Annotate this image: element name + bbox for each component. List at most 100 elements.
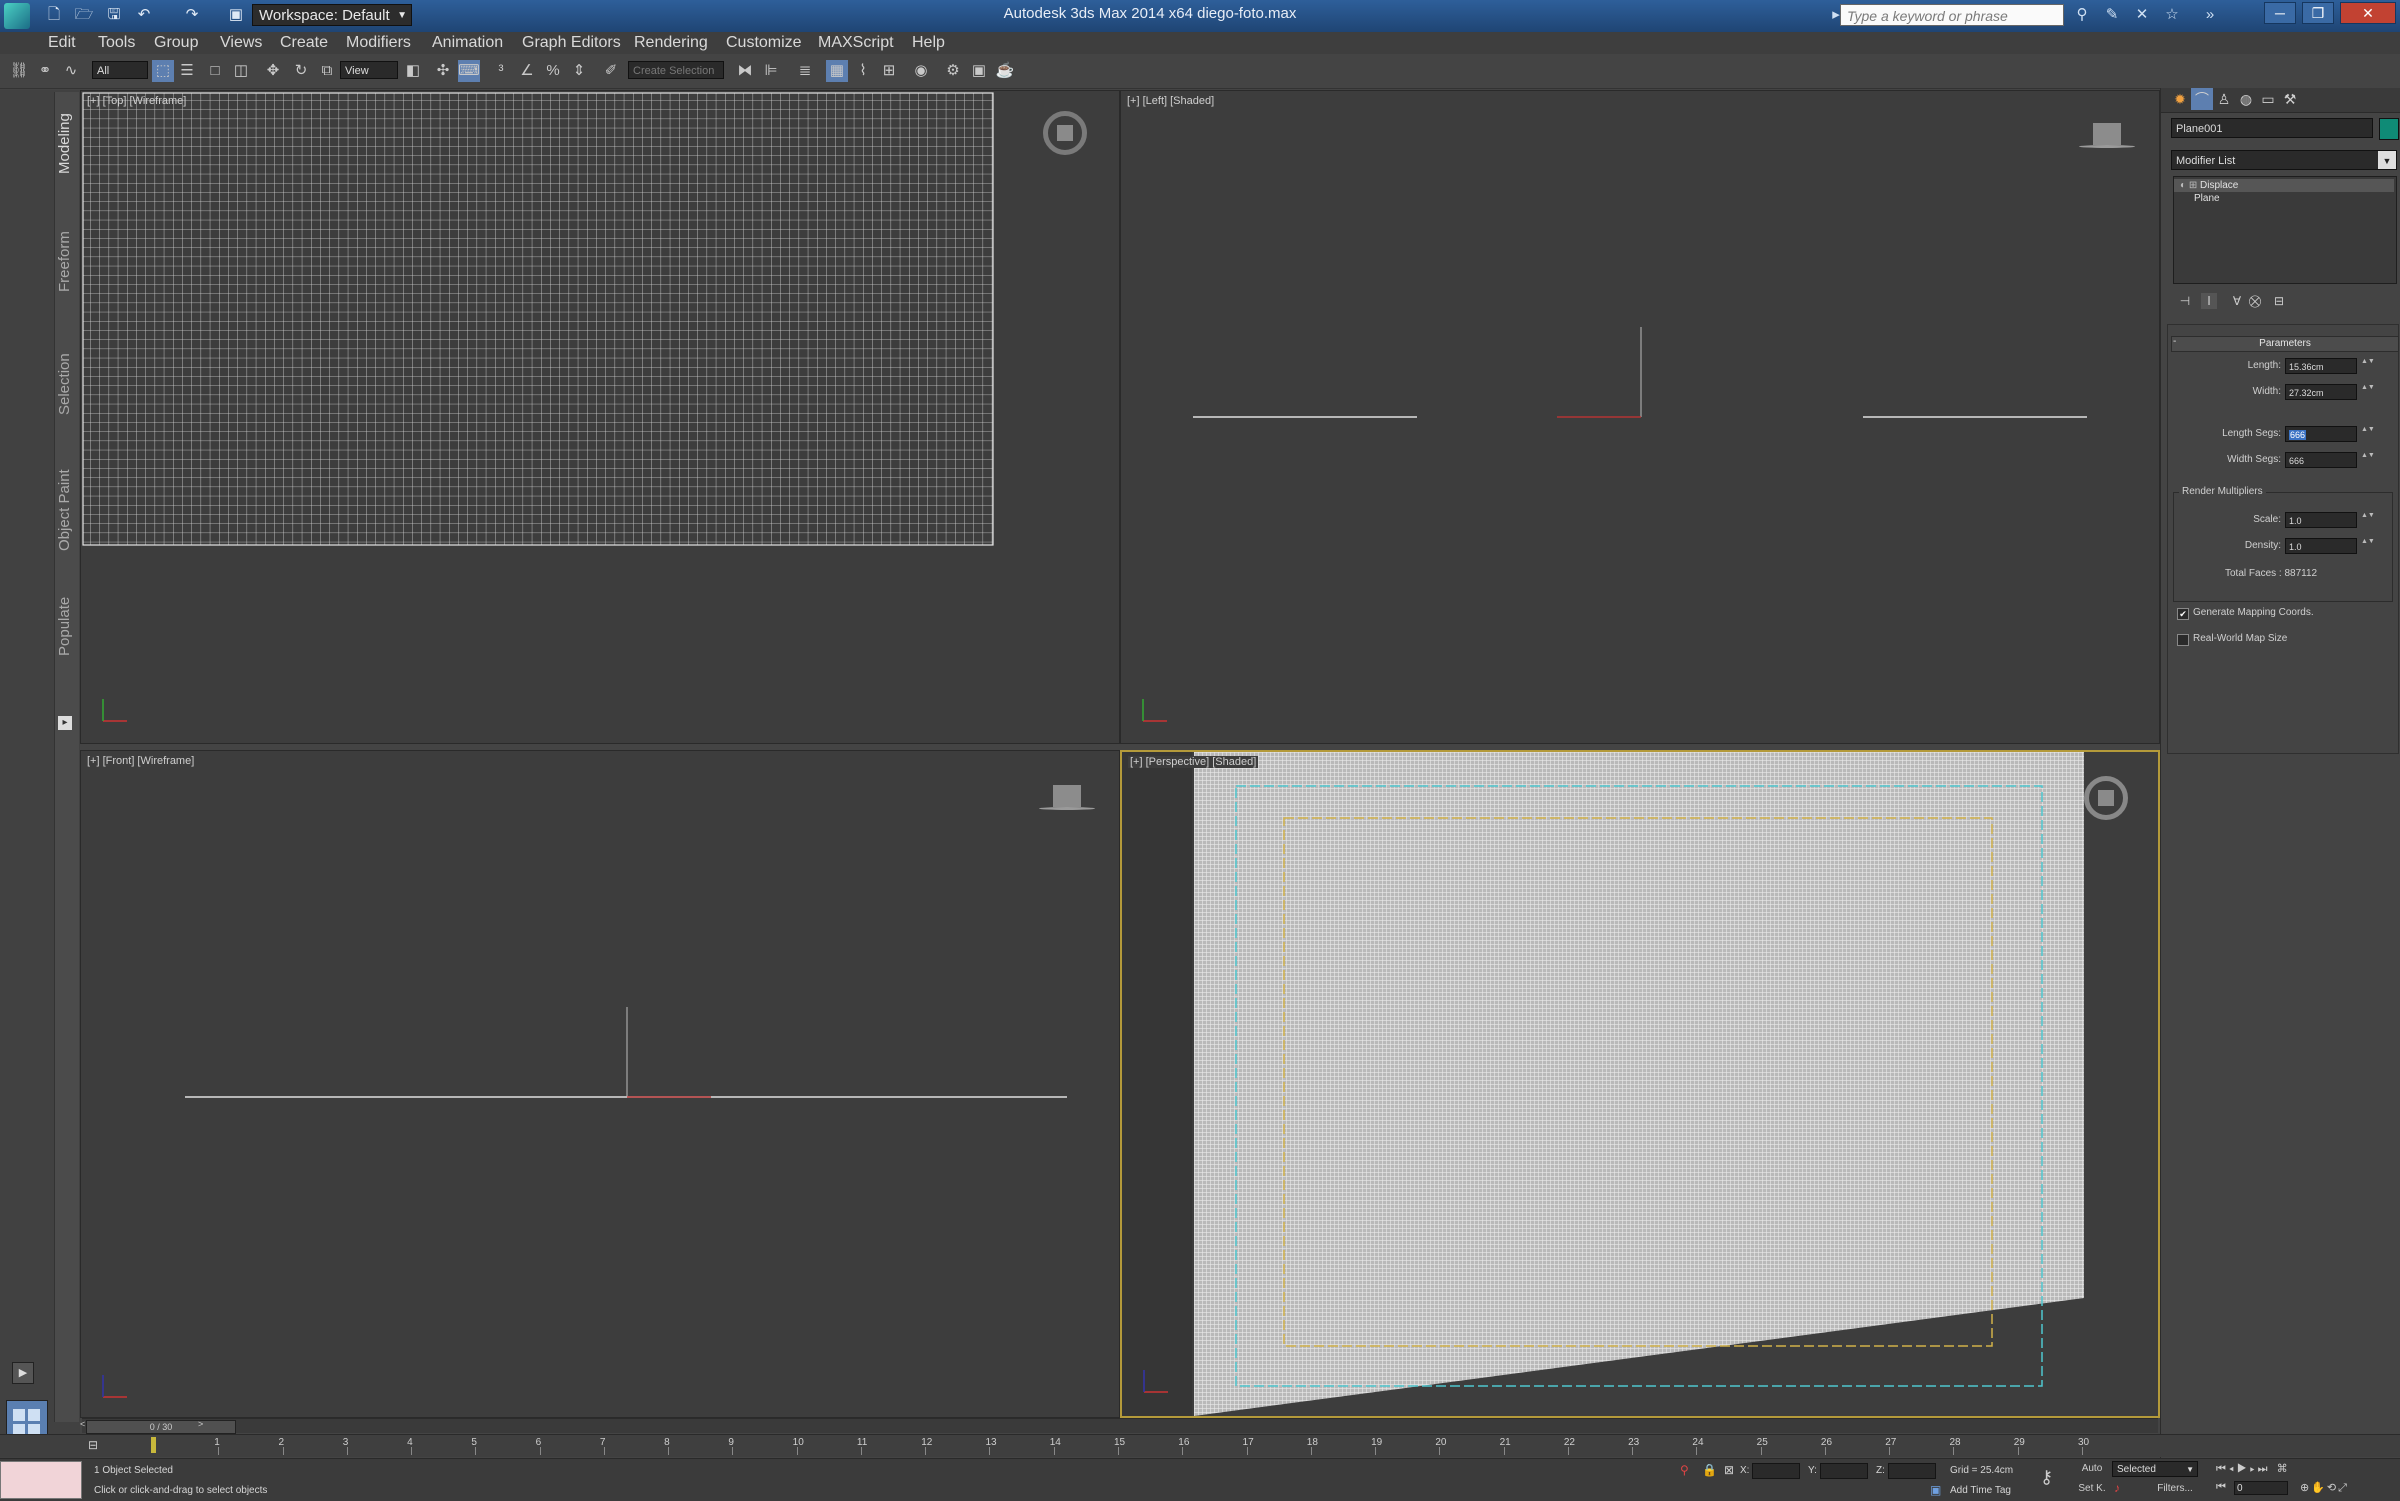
mirror-icon[interactable]: ⧓ bbox=[734, 60, 756, 82]
menu-views[interactable]: Views bbox=[220, 34, 262, 52]
menu-create[interactable]: Create bbox=[280, 34, 328, 52]
density-spinner-arrows[interactable]: ▲▼ bbox=[2361, 538, 2375, 554]
select-and-move-icon[interactable]: ✥ bbox=[262, 60, 284, 82]
absolute-mode-icon[interactable]: ⊠ bbox=[1724, 1463, 1734, 1477]
object-color-swatch[interactable] bbox=[2379, 118, 2399, 140]
viewport-left[interactable]: [+] [Left] [Shaded] bbox=[1120, 90, 2160, 744]
key-filters-button[interactable]: Filters... bbox=[2150, 1481, 2200, 1497]
viewcube-icon[interactable] bbox=[2084, 776, 2128, 820]
select-and-scale-icon[interactable]: ⧉ bbox=[316, 60, 338, 82]
reference-coord-dropdown[interactable]: View bbox=[340, 61, 398, 79]
workspace-dropdown[interactable]: Workspace: Default ▼ bbox=[252, 4, 412, 26]
window-crossing-icon[interactable]: ◫ bbox=[230, 60, 252, 82]
length-spinner-arrows[interactable]: ▲▼ bbox=[2361, 358, 2375, 374]
ribbon-tab-modeling[interactable]: Modeling bbox=[56, 104, 78, 184]
layer-manager-icon[interactable]: ≣ bbox=[794, 60, 816, 82]
manipulate-icon[interactable]: ✣ bbox=[432, 60, 454, 82]
schematic-view-icon[interactable]: ⊞ bbox=[878, 60, 900, 82]
utilities-tab-icon[interactable]: ⚒ bbox=[2279, 88, 2301, 110]
menu-edit[interactable]: Edit bbox=[48, 34, 76, 52]
stack-item-displace[interactable]: ◐ ⊞ Displace bbox=[2174, 179, 2394, 192]
edit-named-selection-icon[interactable]: ✐ bbox=[600, 60, 622, 82]
width-segs-spinner[interactable]: 666 bbox=[2285, 452, 2357, 468]
viewport-top[interactable]: [+] [Top] [Wireframe] bbox=[80, 90, 1120, 744]
current-frame-field[interactable]: 0 bbox=[2234, 1481, 2288, 1495]
collapse-rollout-icon[interactable]: - bbox=[2173, 336, 2176, 347]
ribbon-tab-object-paint[interactable]: Object Paint bbox=[56, 460, 78, 560]
align-icon[interactable]: ⊫ bbox=[760, 60, 782, 82]
remove-modifier-icon[interactable]: ⛒ bbox=[2247, 293, 2263, 309]
menu-help[interactable]: Help bbox=[912, 34, 945, 52]
percent-snap-icon[interactable]: % bbox=[542, 60, 564, 82]
play-maxscript-icon[interactable]: ▶ bbox=[12, 1362, 34, 1384]
minimize-button[interactable]: ─ bbox=[2264, 2, 2296, 24]
scale-spinner-arrows[interactable]: ▲▼ bbox=[2361, 512, 2375, 528]
restore-button[interactable]: ❐ bbox=[2302, 2, 2334, 24]
viewport-navigation-controls[interactable]: ⊕✋⟲⤢ bbox=[2300, 1481, 2396, 1495]
rendered-frame-window-icon[interactable]: ▣ bbox=[968, 60, 990, 82]
project-folder-icon[interactable]: ▣ bbox=[226, 6, 246, 24]
render-setup-icon[interactable]: ⚙ bbox=[942, 60, 964, 82]
selection-filter-dropdown[interactable]: All bbox=[92, 61, 148, 79]
help-expand-icon[interactable]: » bbox=[2198, 4, 2222, 26]
key-filter-dropdown[interactable]: Selected ▼ bbox=[2112, 1461, 2198, 1477]
density-spinner[interactable]: 1.0 bbox=[2285, 538, 2357, 554]
motion-tab-icon[interactable]: ◍ bbox=[2235, 88, 2257, 110]
modify-tab-icon[interactable]: ⌒ bbox=[2191, 88, 2213, 110]
object-name-field[interactable]: Plane001 bbox=[2171, 118, 2373, 138]
modifier-list-dropdown[interactable]: Modifier List ▼ bbox=[2171, 150, 2397, 170]
viewport-label-top[interactable]: [+] [Top] [Wireframe] bbox=[87, 95, 186, 107]
save-file-icon[interactable]: 🖫 bbox=[104, 6, 124, 24]
render-production-icon[interactable]: ☕ bbox=[994, 60, 1016, 82]
width-spinner[interactable]: 27.32cm bbox=[2285, 384, 2357, 400]
width-spinner-arrows[interactable]: ▲▼ bbox=[2361, 384, 2375, 400]
lightbulb-icon[interactable]: ◐ bbox=[2180, 180, 2186, 191]
menu-rendering[interactable]: Rendering bbox=[634, 34, 708, 52]
isolate-selection-icon[interactable]: ⚲ bbox=[1680, 1463, 1689, 1477]
length-spinner[interactable]: 15.36cm bbox=[2285, 358, 2357, 374]
favorites-icon[interactable]: ☆ bbox=[2160, 4, 2184, 26]
z-coordinate-field[interactable] bbox=[1888, 1463, 1936, 1479]
time-slider-next-icon[interactable]: > bbox=[198, 1419, 203, 1429]
graphite-ribbon-icon[interactable]: ▦ bbox=[826, 60, 848, 82]
viewcube-icon[interactable] bbox=[1043, 111, 1087, 155]
time-slider-thumb[interactable]: 0 / 30 bbox=[86, 1420, 236, 1434]
length-segs-spinner[interactable]: 666 bbox=[2285, 426, 2357, 442]
viewport-perspective[interactable]: [+] [Perspective] [Shaded] bbox=[1120, 750, 2160, 1418]
viewcube-icon[interactable] bbox=[2079, 123, 2135, 148]
communication-center-icon[interactable]: ✕ bbox=[2130, 4, 2154, 26]
pin-stack-icon[interactable]: ⊣ bbox=[2177, 293, 2193, 309]
set-key-button[interactable]: Set K. bbox=[2076, 1481, 2108, 1497]
make-unique-icon[interactable]: ∀ bbox=[2229, 293, 2245, 309]
time-slider-prev-icon[interactable]: < bbox=[80, 1419, 85, 1429]
set-key-icon[interactable]: ⚷ bbox=[2040, 1467, 2053, 1488]
key-mode-icon[interactable]: ♪ bbox=[2114, 1481, 2120, 1495]
real-world-map-size-checkbox[interactable] bbox=[2177, 634, 2189, 646]
viewport-label-left[interactable]: [+] [Left] [Shaded] bbox=[1127, 95, 1214, 107]
subscription-icon[interactable]: ✎ bbox=[2100, 4, 2124, 26]
menu-animation[interactable]: Animation bbox=[432, 34, 503, 52]
bind-to-space-warp-icon[interactable]: ∿ bbox=[60, 60, 82, 82]
open-file-icon[interactable]: 🗁 bbox=[74, 6, 94, 24]
menu-group[interactable]: Group bbox=[154, 34, 198, 52]
keyboard-shortcut-override-icon[interactable]: ⌨ bbox=[458, 60, 480, 82]
application-menu-icon[interactable] bbox=[4, 3, 30, 29]
unlink-icon[interactable]: ⚭ bbox=[34, 60, 56, 82]
key-mode-toggle-icon[interactable]: ⏮ bbox=[2216, 1481, 2226, 1494]
width-segs-spinner-arrows[interactable]: ▲▼ bbox=[2361, 452, 2375, 468]
hierarchy-tab-icon[interactable]: ♙ bbox=[2213, 88, 2235, 110]
new-file-icon[interactable]: 🗋 bbox=[44, 6, 64, 24]
y-coordinate-field[interactable] bbox=[1820, 1463, 1868, 1479]
configure-modifier-sets-icon[interactable]: ⊟ bbox=[2271, 293, 2287, 309]
length-segs-spinner-arrows[interactable]: ▲▼ bbox=[2361, 426, 2375, 442]
pivot-center-icon[interactable]: ◧ bbox=[402, 60, 424, 82]
scale-spinner[interactable]: 1.0 bbox=[2285, 512, 2357, 528]
curve-editor-icon[interactable]: ⌇ bbox=[852, 60, 874, 82]
select-by-name-icon[interactable]: ☰ bbox=[176, 60, 198, 82]
viewport-label-perspective[interactable]: [+] [Perspective] [Shaded] bbox=[1128, 756, 1259, 768]
select-object-icon[interactable]: ⬚ bbox=[152, 60, 174, 82]
generate-mapping-checkbox[interactable]: ✔ bbox=[2177, 608, 2189, 620]
viewcube-icon[interactable] bbox=[1039, 785, 1095, 810]
stack-item-plane[interactable]: Plane bbox=[2174, 192, 2394, 205]
redo-icon[interactable]: ↷ bbox=[182, 6, 202, 24]
